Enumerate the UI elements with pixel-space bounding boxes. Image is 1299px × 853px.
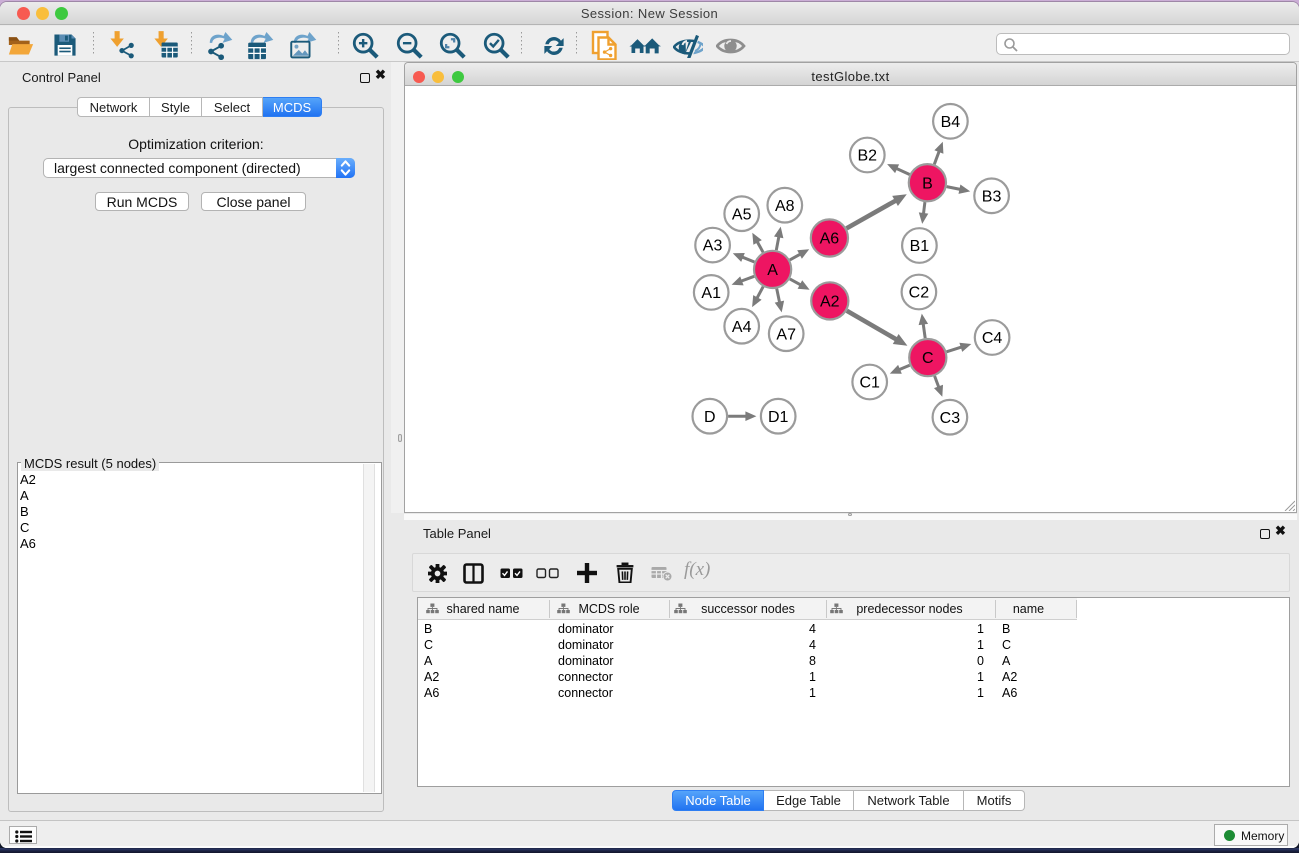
svg-text:D1: D1 <box>768 409 789 426</box>
svg-text:A6: A6 <box>820 231 840 248</box>
svg-text:C4: C4 <box>982 330 1003 347</box>
svg-text:C: C <box>922 350 934 367</box>
svg-text:B2: B2 <box>858 148 878 165</box>
svg-text:A8: A8 <box>775 198 795 215</box>
svg-text:B: B <box>922 175 933 192</box>
svg-text:B3: B3 <box>982 188 1002 205</box>
svg-text:C1: C1 <box>859 375 880 392</box>
svg-text:C3: C3 <box>940 410 961 427</box>
svg-text:B4: B4 <box>941 114 961 131</box>
svg-text:C2: C2 <box>909 285 930 302</box>
svg-text:A: A <box>767 262 778 279</box>
svg-text:A5: A5 <box>732 206 752 223</box>
svg-text:A1: A1 <box>701 285 721 302</box>
svg-text:A7: A7 <box>776 326 796 343</box>
svg-text:A3: A3 <box>703 238 723 255</box>
svg-text:A2: A2 <box>820 294 840 311</box>
svg-text:D: D <box>704 409 716 426</box>
svg-text:B1: B1 <box>910 238 930 255</box>
svg-text:A4: A4 <box>732 319 752 336</box>
